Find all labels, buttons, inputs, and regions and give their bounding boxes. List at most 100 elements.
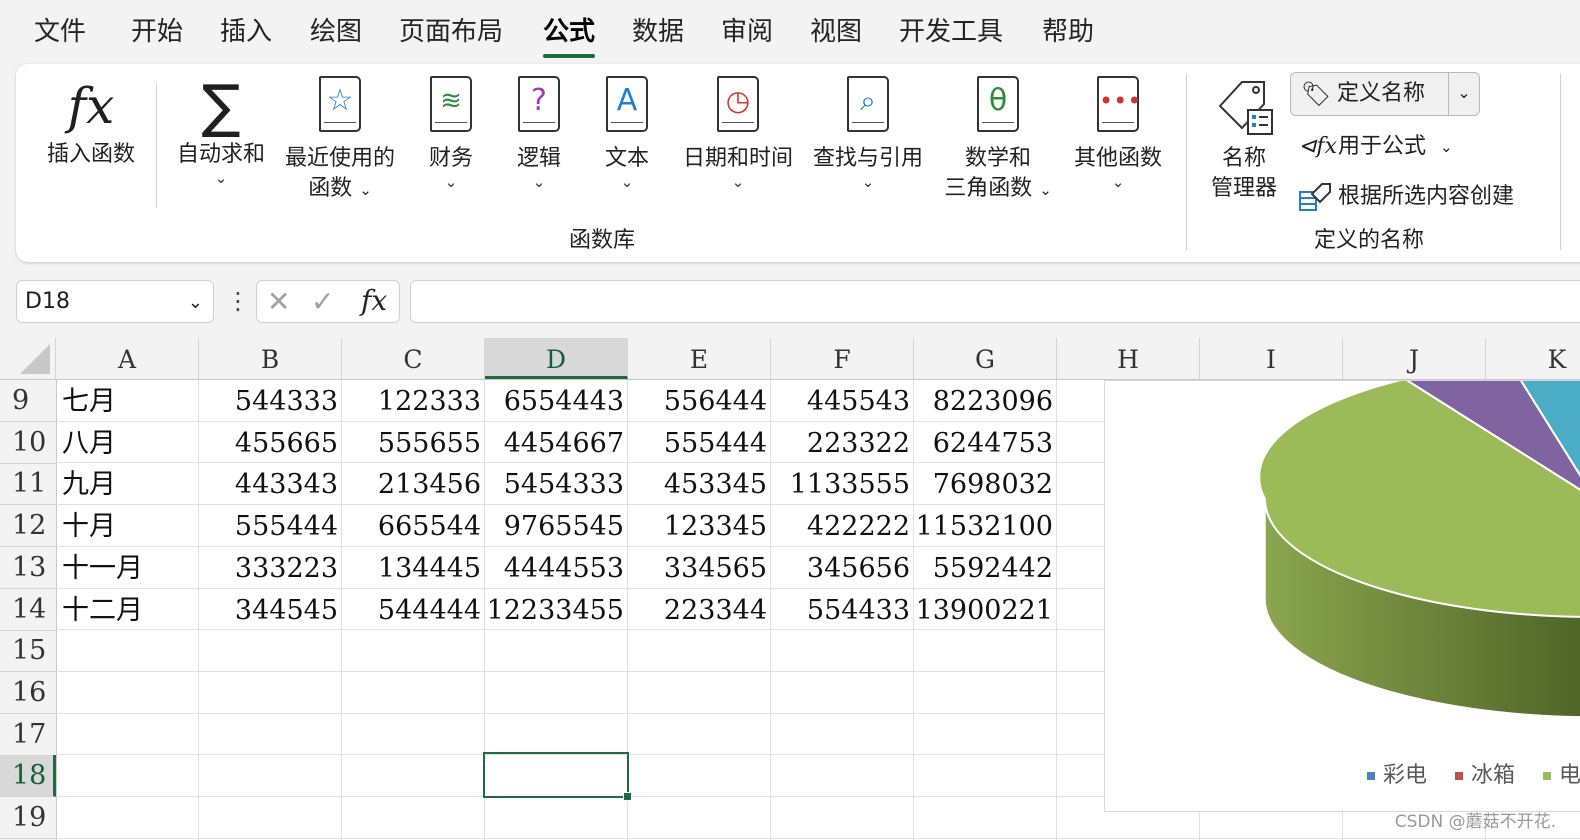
cell-c11[interactable]: 213456 (342, 463, 485, 505)
cell-b9[interactable]: 544333 (199, 380, 342, 422)
cell-d12[interactable]: 9765545 (485, 505, 628, 547)
row-header-14[interactable]: 14 (0, 589, 56, 631)
row-header-16[interactable]: 16 (0, 672, 56, 714)
column-header-b[interactable]: B (199, 338, 342, 379)
cell-g10[interactable]: 6244753 (914, 422, 1057, 464)
row-header-15[interactable]: 15 (0, 630, 56, 672)
cell-e14[interactable]: 223344 (628, 589, 771, 631)
row-header-17[interactable]: 17 (0, 714, 56, 756)
tab-insert[interactable]: 插入 (220, 14, 272, 50)
row-header-9[interactable]: 9 (0, 380, 56, 422)
datetime-button[interactable]: ◷ 日期和时间 ⌄ (676, 76, 800, 190)
cell-a14[interactable]: 十二月 (56, 589, 199, 631)
cell-e10[interactable]: 555444 (628, 422, 771, 464)
cell-a10[interactable]: 八月 (56, 422, 199, 464)
cell-c14[interactable]: 544444 (342, 589, 485, 631)
cell-c9[interactable]: 122333 (342, 380, 485, 422)
cell-d14[interactable]: 12233455 (485, 589, 628, 631)
cell-e13[interactable]: 334565 (628, 547, 771, 589)
column-header-k[interactable]: K (1486, 338, 1580, 379)
financial-button[interactable]: ≋ 财务 ⌄ (416, 76, 486, 190)
create-from-selection-button[interactable]: 根据所选内容创建 (1296, 180, 1556, 216)
name-box[interactable]: D18 ⌄ (16, 280, 214, 323)
tab-formulas[interactable]: 公式 (543, 14, 596, 58)
cell-d9[interactable]: 6554443 (485, 380, 628, 422)
more-options-icon[interactable]: ⋮ (226, 284, 250, 320)
cell-g14[interactable]: 13900221 (914, 589, 1057, 631)
column-header-g[interactable]: G (914, 338, 1057, 379)
cell-g11[interactable]: 7698032 (914, 463, 1057, 505)
autosum-button[interactable]: ∑ 自动求和 ⌄ (168, 76, 274, 186)
define-name-button[interactable]: 🏷 定义名称 ⌄ (1290, 72, 1480, 116)
cell-b13[interactable]: 333223 (199, 547, 342, 589)
worksheet-grid[interactable]: ABCDEFGHIJK 9 10 11 12 13 14 15 16 17 18 19 七月 5443… (0, 338, 1580, 840)
cell-c13[interactable]: 134445 (342, 547, 485, 589)
pie-chart[interactable]: 彩电 冰箱 电 (1104, 380, 1580, 812)
tab-draw[interactable]: 绘图 (310, 14, 362, 50)
recently-used-button[interactable]: ☆ 最近使用的 函数 ⌄ (278, 76, 402, 205)
column-header-d[interactable]: D (485, 338, 628, 379)
column-header-f[interactable]: F (771, 338, 914, 379)
more-functions-button[interactable]: ••• 其他函数 ⌄ (1066, 76, 1170, 190)
column-header-i[interactable]: I (1200, 338, 1343, 379)
formula-input[interactable] (410, 280, 1580, 323)
cell-b11[interactable]: 443343 (199, 463, 342, 505)
cell-f10[interactable]: 223322 (771, 422, 914, 464)
column-header-j[interactable]: J (1343, 338, 1486, 379)
cell-a9[interactable]: 七月 (56, 380, 199, 422)
tab-file[interactable]: 文件 (34, 14, 86, 50)
cell-g13[interactable]: 5592442 (914, 547, 1057, 589)
logical-button[interactable]: ? 逻辑 ⌄ (504, 76, 574, 190)
cell-a13[interactable]: 十一月 (56, 547, 199, 589)
cell-g9[interactable]: 8223096 (914, 380, 1057, 422)
cancel-icon[interactable]: ✕ (267, 283, 290, 321)
row-header-19[interactable]: 19 (0, 797, 56, 839)
tab-home[interactable]: 开始 (131, 14, 183, 50)
lookup-button[interactable]: ⌕ 查找与引用 ⌄ (806, 76, 930, 190)
cell-d13[interactable]: 4444553 (485, 547, 628, 589)
cell-f14[interactable]: 554433 (771, 589, 914, 631)
cell-f13[interactable]: 345656 (771, 547, 914, 589)
cell-d10[interactable]: 4454667 (485, 422, 628, 464)
define-name-dropdown[interactable]: ⌄ (1448, 73, 1479, 115)
cell-g12[interactable]: 11532100 (914, 505, 1057, 547)
insert-function-button[interactable]: fx 插入函数 (36, 76, 146, 170)
row-header-13[interactable]: 13 (0, 547, 56, 589)
cell-b14[interactable]: 344545 (199, 589, 342, 631)
cell-e12[interactable]: 123345 (628, 505, 771, 547)
column-header-a[interactable]: A (56, 338, 199, 379)
cell-b12[interactable]: 555444 (199, 505, 342, 547)
cell-f12[interactable]: 422222 (771, 505, 914, 547)
tab-developer[interactable]: 开发工具 (899, 14, 1003, 50)
tab-help[interactable]: 帮助 (1042, 14, 1094, 50)
cell-d11[interactable]: 5454333 (485, 463, 628, 505)
use-in-formula-button[interactable]: ⊲fx 用于公式 ⌄ (1296, 130, 1496, 166)
column-header-e[interactable]: E (628, 338, 771, 379)
row-header-12[interactable]: 12 (0, 505, 56, 547)
name-manager-button[interactable]: 名称 管理器 (1202, 76, 1286, 204)
math-trig-button[interactable]: θ 数学和 三角函数 ⌄ (934, 76, 1062, 205)
cell-f11[interactable]: 1133555 (771, 463, 914, 505)
enter-check-icon[interactable]: ✓ (311, 283, 334, 321)
row-header-18[interactable]: 18 (0, 755, 56, 797)
active-cell-d18[interactable] (483, 752, 632, 801)
cell-a11[interactable]: 九月 (56, 463, 199, 505)
column-header-c[interactable]: C (342, 338, 485, 379)
column-header-h[interactable]: H (1057, 338, 1200, 379)
text-button[interactable]: A 文本 ⌄ (592, 76, 662, 190)
row-header-10[interactable]: 10 (0, 422, 56, 464)
insert-function-fx-icon[interactable]: fx (361, 281, 387, 321)
cell-a12[interactable]: 十月 (56, 505, 199, 547)
cell-b10[interactable]: 455665 (199, 422, 342, 464)
cell-e11[interactable]: 453345 (628, 463, 771, 505)
row-header-11[interactable]: 11 (0, 463, 56, 505)
cell-e9[interactable]: 556444 (628, 380, 771, 422)
cell-c10[interactable]: 555655 (342, 422, 485, 464)
cell-f9[interactable]: 445543 (771, 380, 914, 422)
tab-review[interactable]: 审阅 (721, 14, 773, 50)
cell-c12[interactable]: 665544 (342, 505, 485, 547)
tab-page-layout[interactable]: 页面布局 (399, 14, 503, 50)
select-all-corner[interactable] (0, 338, 56, 379)
tab-data[interactable]: 数据 (632, 14, 684, 50)
tab-view[interactable]: 视图 (810, 14, 862, 50)
